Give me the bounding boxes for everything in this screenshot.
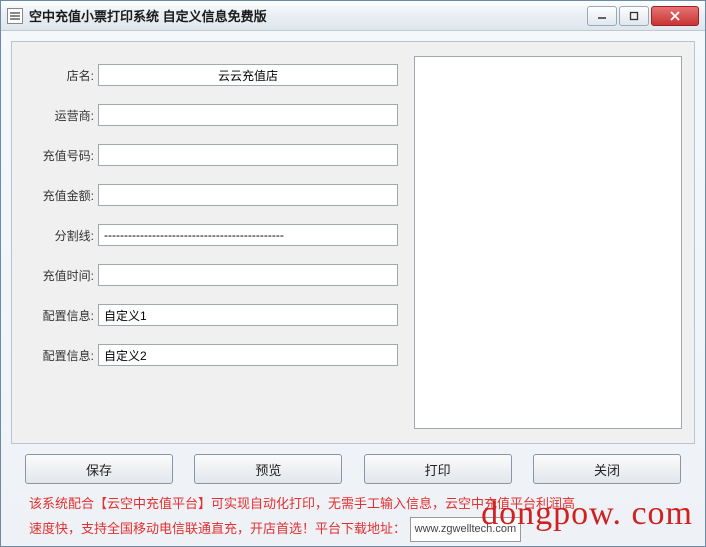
row-shop-name: 店名:: [24, 64, 398, 86]
label-amount: 充值金额:: [24, 187, 94, 204]
minimize-button[interactable]: [587, 6, 617, 26]
label-carrier: 运营商:: [24, 107, 94, 124]
save-button[interactable]: 保存: [25, 454, 173, 484]
label-phone: 充值号码:: [24, 147, 94, 164]
label-shop-name: 店名:: [24, 67, 94, 84]
maximize-button[interactable]: [619, 6, 649, 26]
input-separator[interactable]: [98, 224, 398, 246]
client-area: 店名: 运营商: 充值号码: 充值金额: 分割线:: [1, 31, 705, 546]
app-icon: [7, 8, 23, 24]
form-panel: 店名: 运营商: 充值号码: 充值金额: 分割线:: [24, 56, 398, 429]
window-controls: [587, 6, 699, 26]
app-window: 空中充值小票打印系统 自定义信息免费版 店名: 运营商:: [0, 0, 706, 547]
preview-button[interactable]: 预览: [194, 454, 342, 484]
close-window-button[interactable]: [651, 6, 699, 26]
row-custom1: 配置信息:: [24, 304, 398, 326]
input-shop-name[interactable]: [98, 64, 398, 86]
row-time: 充值时间:: [24, 264, 398, 286]
row-amount: 充值金额:: [24, 184, 398, 206]
input-custom1[interactable]: [98, 304, 398, 326]
print-button[interactable]: 打印: [364, 454, 512, 484]
titlebar[interactable]: 空中充值小票打印系统 自定义信息免费版: [1, 1, 705, 31]
label-separator: 分割线:: [24, 227, 94, 244]
row-custom2: 配置信息:: [24, 344, 398, 366]
input-amount[interactable]: [98, 184, 398, 206]
label-custom2: 配置信息:: [24, 347, 94, 364]
close-button[interactable]: 关闭: [533, 454, 681, 484]
window-title: 空中充值小票打印系统 自定义信息免费版: [29, 6, 587, 25]
content-panel: 店名: 运营商: 充值号码: 充值金额: 分割线:: [11, 41, 695, 444]
footer-url[interactable]: www.zgwelltech.com: [410, 517, 521, 542]
footer-line2: 速度快，支持全国移动电信联通直充，开店首选！平台下载地址： www.zgwell…: [29, 517, 677, 542]
input-time[interactable]: [98, 264, 398, 286]
input-phone[interactable]: [98, 144, 398, 166]
row-separator: 分割线:: [24, 224, 398, 246]
label-time: 充值时间:: [24, 267, 94, 284]
label-custom1: 配置信息:: [24, 307, 94, 324]
button-row: 保存 预览 打印 关闭: [11, 444, 695, 490]
input-custom2[interactable]: [98, 344, 398, 366]
preview-panel: [414, 56, 682, 429]
row-phone: 充值号码:: [24, 144, 398, 166]
row-carrier: 运营商:: [24, 104, 398, 126]
footer-line1: 该系统配合【云空中充值平台】可实现自动化打印，无需手工输入信息，云空中充值平台利…: [29, 492, 677, 517]
footer-text: 该系统配合【云空中充值平台】可实现自动化打印，无需手工输入信息，云空中充值平台利…: [11, 490, 695, 544]
input-carrier[interactable]: [98, 104, 398, 126]
